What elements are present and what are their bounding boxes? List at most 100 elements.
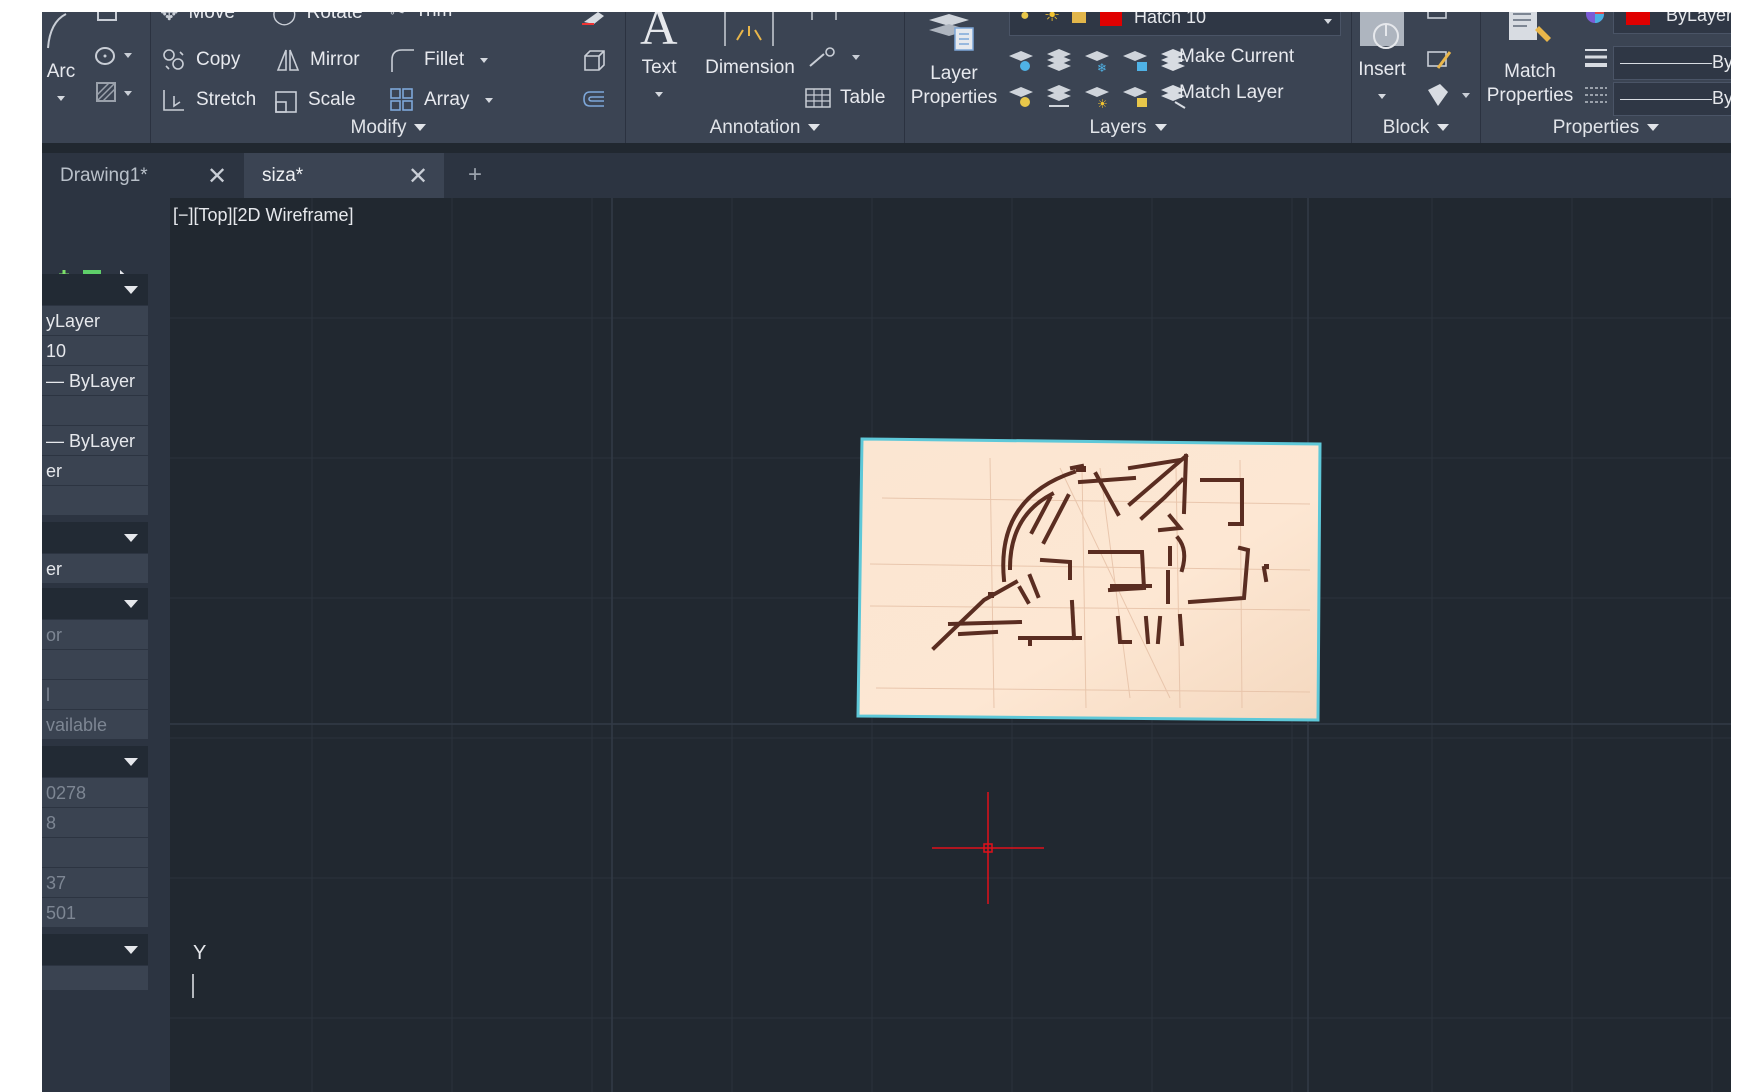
drawing-viewport[interactable]: [−][Top][2D Wireframe] Y xyxy=(170,198,1731,1092)
array-dropdown-caret[interactable] xyxy=(485,97,494,103)
copy-button[interactable]: Copy xyxy=(160,46,240,74)
dimension-button[interactable]: Dimension xyxy=(700,56,800,80)
palette-row-center-x[interactable]: 0278 xyxy=(42,778,148,809)
block-panel-title[interactable]: Block xyxy=(1352,117,1480,139)
palette-row-center-z[interactable] xyxy=(42,838,148,869)
layer-freeze-icon[interactable]: ❄ xyxy=(1083,46,1111,74)
arc-icon[interactable] xyxy=(44,12,70,52)
palette-section-3d[interactable] xyxy=(42,522,148,553)
palette-row-misc[interactable] xyxy=(42,966,148,992)
move-button[interactable]: ✥ Move xyxy=(160,12,235,26)
tab-siza[interactable]: siza* ✕ xyxy=(244,153,444,198)
create-block-icon[interactable] xyxy=(1424,12,1454,26)
layer-unlock-icon[interactable] xyxy=(1121,82,1149,110)
erase-icon[interactable] xyxy=(580,12,606,26)
text-icon[interactable]: A xyxy=(640,12,678,57)
palette-row-height[interactable]: 37 xyxy=(42,868,148,899)
leader-top-icon[interactable] xyxy=(806,12,846,28)
annotation-panel-title[interactable]: Annotation xyxy=(626,117,904,139)
palette-row-plot-table[interactable]: l xyxy=(42,680,148,711)
modify-panel-title[interactable]: Modify xyxy=(152,117,625,139)
new-tab-button[interactable]: + xyxy=(468,161,482,189)
layer-thaw-icon[interactable]: ☀ xyxy=(1083,82,1111,110)
match-layer-button[interactable]: Match Layer xyxy=(1179,82,1284,104)
block-attributes-icon[interactable] xyxy=(1424,82,1474,110)
fillet-button[interactable]: Fillet xyxy=(388,46,489,74)
color-dropdown[interactable]: ByLayer xyxy=(1613,12,1731,34)
svg-text:❄: ❄ xyxy=(1097,61,1107,74)
table-button[interactable]: Table xyxy=(804,86,885,110)
arc-button[interactable]: Arc xyxy=(46,60,76,108)
rectangle-icon[interactable] xyxy=(96,12,120,24)
layers-panel-title[interactable]: Layers xyxy=(905,117,1351,139)
text-dropdown-caret[interactable] xyxy=(655,92,663,97)
palette-section-view[interactable] xyxy=(42,746,148,777)
rotate-button[interactable]: ◯ Rotate xyxy=(272,12,363,26)
palette-row-center-y[interactable]: 8 xyxy=(42,808,148,839)
arc-dropdown-caret[interactable] xyxy=(57,96,65,101)
palette-row-linetype-scale[interactable] xyxy=(42,396,148,427)
fillet-icon xyxy=(391,49,414,72)
mirror-label: Mirror xyxy=(310,49,360,70)
scale-button[interactable]: Scale xyxy=(272,86,356,114)
linetype-dropdown[interactable]: ByLaye xyxy=(1613,82,1731,116)
layer-properties-icon[interactable] xyxy=(925,12,977,56)
layer-dropdown[interactable]: ● ☀ Hatch 10 xyxy=(1009,12,1341,36)
insert-block-icon[interactable] xyxy=(1358,12,1410,54)
mirror-button[interactable]: Mirror xyxy=(274,46,360,74)
close-icon[interactable]: ✕ xyxy=(207,162,227,191)
floor-plan-image[interactable] xyxy=(856,437,1322,722)
palette-row-material[interactable]: er xyxy=(42,554,148,585)
layer-on-icon[interactable] xyxy=(1007,82,1035,110)
stretch-label: Stretch xyxy=(196,89,257,110)
palette-row-plot-style-color[interactable]: or xyxy=(42,620,148,651)
match-properties-button[interactable]: Match Properties xyxy=(1481,60,1579,108)
insert-dropdown-caret[interactable] xyxy=(1378,94,1386,99)
palette-row-linetype[interactable]: — ByLayer xyxy=(42,366,148,397)
hatch-icon[interactable] xyxy=(94,80,134,106)
ellipse-tool-icon[interactable] xyxy=(94,44,134,68)
explode-icon[interactable] xyxy=(580,46,608,74)
ucs-y-axis-label: Y xyxy=(193,942,207,964)
text-button[interactable]: Text xyxy=(632,56,686,104)
layer-isolate-icon[interactable] xyxy=(1045,46,1073,74)
arc-label: Arc xyxy=(46,61,76,82)
palette-section-misc[interactable] xyxy=(42,934,148,965)
palette-row-layer[interactable]: 10 xyxy=(42,336,148,367)
rotate-icon: ◯ xyxy=(272,12,297,25)
layer-off-icon[interactable] xyxy=(1007,46,1035,74)
close-icon[interactable]: ✕ xyxy=(408,162,428,191)
stretch-button[interactable]: Stretch xyxy=(160,86,256,114)
properties-palette: yLayer 10 — ByLayer — ByLayer er er or l… xyxy=(42,198,170,1092)
palette-row-color[interactable]: yLayer xyxy=(42,306,148,337)
palette-row-plot-style[interactable] xyxy=(42,650,148,681)
array-button[interactable]: Array xyxy=(388,86,494,114)
layers-expand-caret xyxy=(1154,124,1167,132)
match-properties-icon[interactable] xyxy=(1505,12,1555,52)
palette-row-transparency[interactable]: er xyxy=(42,456,148,487)
fillet-dropdown-caret[interactable] xyxy=(480,57,489,63)
properties-panel-title[interactable]: Properties xyxy=(1481,117,1731,139)
crosshair-cursor xyxy=(932,792,1044,904)
document-tab-bar: Drawing1* ✕ siza* ✕ + xyxy=(42,153,1731,198)
lineweight-dropdown[interactable]: ByLaye xyxy=(1613,46,1731,80)
trim-button[interactable]: ✂ Trim xyxy=(390,12,452,22)
insert-button[interactable]: Insert xyxy=(1352,58,1412,106)
palette-row-lineweight[interactable]: — ByLayer xyxy=(42,426,148,457)
edit-block-icon[interactable] xyxy=(1424,46,1454,74)
dimension-icon[interactable] xyxy=(721,12,777,48)
layer-unisolate-icon[interactable] xyxy=(1045,82,1073,110)
tab-drawing1[interactable]: Drawing1* ✕ xyxy=(42,153,242,198)
palette-row-width[interactable]: 501 xyxy=(42,898,148,929)
palette-row-thickness[interactable] xyxy=(42,486,148,517)
viewport-controls-label[interactable]: [−][Top][2D Wireframe] xyxy=(173,205,354,226)
make-current-button[interactable]: Make Current xyxy=(1179,46,1294,68)
layer-lock-icon[interactable] xyxy=(1121,46,1149,74)
leader-icon[interactable] xyxy=(806,46,866,70)
palette-section-general[interactable] xyxy=(42,274,148,305)
offset-icon[interactable] xyxy=(580,86,608,114)
palette-section-plot[interactable] xyxy=(42,588,148,619)
layer-properties-button[interactable]: Layer Properties xyxy=(905,62,1003,110)
palette-row-plot-type[interactable]: vailable xyxy=(42,710,148,741)
block-title-label: Block xyxy=(1382,117,1430,138)
